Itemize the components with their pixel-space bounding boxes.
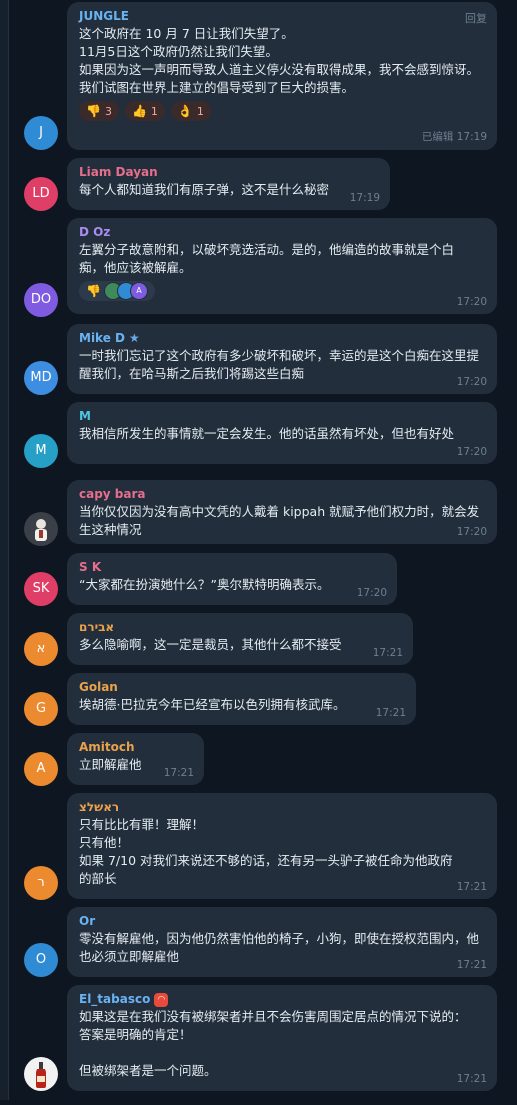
message-time: 17:21 bbox=[456, 959, 487, 971]
message-bubble[interactable]: JUNGLE 这个政府在 10 月 7 日让我们失望了。 11月5日这个政府仍然… bbox=[67, 2, 497, 150]
message-time: 17:21 bbox=[456, 881, 487, 893]
message-time: 17:21 bbox=[375, 707, 406, 719]
panel-divider bbox=[8, 0, 9, 1100]
sender-name[interactable]: M bbox=[79, 408, 483, 425]
message-time: 17:21 bbox=[456, 1073, 487, 1085]
message-time: 17:20 bbox=[456, 446, 487, 458]
avatar[interactable]: M bbox=[24, 434, 58, 468]
message-bubble[interactable]: Or 零没有解雇他，因为他仍然害怕他的椅子，小狗，即使在授权范围内，他也必须立即… bbox=[67, 907, 497, 977]
reaction-ok-hand[interactable]: 👌 1 bbox=[170, 101, 211, 121]
message-text: 这个政府在 10 月 7 日让我们失望了。 11月5日这个政府仍然让我们失望。 … bbox=[79, 26, 480, 95]
avatar[interactable]: א bbox=[24, 632, 58, 666]
message-text: 一时我们忘记了这个政府有多少破坏和破坏，幸运的是这个白痴在这里提醒我们，在哈马斯… bbox=[79, 348, 480, 381]
message-time: 17:19 bbox=[349, 192, 380, 204]
message-text: 零没有解雇他，因为他仍然害怕他的椅子，小狗，即使在授权范围内，他也必须立即解雇他 bbox=[79, 931, 480, 964]
reaction-thumbs-down[interactable]: 👎 3 bbox=[79, 101, 119, 121]
avatar[interactable]: A bbox=[24, 752, 58, 786]
message-bubble[interactable]: Golan 埃胡德·巴拉克今年已经宣布以色列拥有核武库。 17:21 bbox=[67, 673, 416, 725]
message-text: 多么隐喻啊，这一定是裁员，其他什么都不接受 bbox=[79, 637, 342, 652]
avatar[interactable]: MD bbox=[24, 361, 58, 395]
message-bubble[interactable]: Amitoch 立即解雇他 17:21 bbox=[67, 733, 204, 785]
message-time: 已编辑 17:19 bbox=[421, 131, 487, 143]
sender-name[interactable]: D Oz bbox=[79, 224, 483, 241]
sender-name[interactable]: S K bbox=[79, 559, 383, 576]
message-bubble[interactable]: אבירם 多么隐喻啊，这一定是裁员，其他什么都不接受 17:21 bbox=[67, 613, 413, 665]
reactions: 👎 3 👍 1 👌 1 bbox=[79, 101, 483, 121]
sender-name[interactable]: ראשלצ bbox=[79, 799, 483, 816]
message-text: 左翼分子故意附和，以破坏竞选活动。是的，他编造的故事就是个白痴，他应该被解雇。 bbox=[79, 242, 455, 275]
message-text: 当你仅仅因为没有高中文凭的人戴着 kippah 就赋予他们权力时，就会发生这种情… bbox=[79, 504, 480, 537]
message-text: 只有比比有罪！理解！ 只有他！ 如果 7/10 对我们来说还不够的话，还有另一头… bbox=[79, 817, 453, 886]
message-bubble[interactable]: D Oz 左翼分子故意附和，以破坏竞选活动。是的，他编造的故事就是个白痴，他应该… bbox=[67, 218, 497, 314]
avatar[interactable] bbox=[24, 1057, 58, 1091]
reactor-avatar: A bbox=[129, 282, 148, 300]
message-text: 埃胡德·巴拉克今年已经宣布以色列拥有核武库。 bbox=[79, 697, 346, 712]
avatar[interactable]: J bbox=[24, 116, 58, 150]
sender-name[interactable]: El_tabasco ◠ bbox=[79, 991, 483, 1008]
message-time: 17:20 bbox=[356, 587, 387, 599]
message-bubble[interactable]: Liam Dayan 每个人都知道我们有原子弹，这不是什么秘密 17:19 bbox=[67, 158, 390, 210]
reaction-thumbs-down[interactable]: 👎 A bbox=[79, 281, 155, 301]
avatar[interactable]: SK bbox=[24, 572, 58, 606]
reactor-avatars: A bbox=[103, 282, 148, 300]
sender-name[interactable]: Golan bbox=[79, 679, 402, 696]
sender-name[interactable]: Amitoch bbox=[79, 739, 190, 756]
sender-name[interactable]: Mike D ★ bbox=[79, 330, 483, 347]
message-bubble[interactable]: ראשלצ 只有比比有罪！理解！ 只有他！ 如果 7/10 对我们来说还不够的话… bbox=[67, 793, 497, 899]
message-time: 17:21 bbox=[372, 647, 403, 659]
message-bubble[interactable]: capy bara 当你仅仅因为没有高中文凭的人戴着 kippah 就赋予他们权… bbox=[67, 480, 497, 544]
avatar[interactable]: LD bbox=[24, 177, 58, 211]
avatar[interactable]: DO bbox=[24, 283, 58, 317]
message-time: 17:21 bbox=[163, 767, 194, 779]
star-icon: ★ bbox=[129, 331, 140, 345]
avatar[interactable]: O bbox=[24, 943, 58, 977]
message-time: 17:20 bbox=[456, 296, 487, 308]
avatar[interactable]: ר bbox=[24, 866, 58, 900]
sender-name[interactable]: אבירם bbox=[79, 619, 399, 636]
reaction-thumbs-up[interactable]: 👍 1 bbox=[124, 101, 165, 121]
message-bubble[interactable]: M 我相信所发生的事情就一定会发生。他的话虽然有坏处，但也有好处 17:20 bbox=[67, 402, 497, 464]
capybara-photo-icon bbox=[35, 519, 47, 541]
sender-name[interactable]: capy bara bbox=[79, 486, 483, 503]
message-text: 我相信所发生的事情就一定会发生。他的话虽然有坏处，但也有好处 bbox=[79, 426, 455, 441]
message-text: 每个人都知道我们有原子弹，这不是什么秘密 bbox=[79, 182, 330, 197]
message-time: 17:20 bbox=[456, 526, 487, 538]
sender-name[interactable]: Or bbox=[79, 913, 483, 930]
sender-name[interactable]: JUNGLE bbox=[79, 8, 483, 25]
status-emoji-icon: ◠ bbox=[154, 992, 169, 1007]
side-panel-edge bbox=[0, 0, 8, 1100]
message-text: “大家都在扮演她什么？”奥尔默特明确表示。 bbox=[79, 577, 330, 592]
sender-name[interactable]: Liam Dayan bbox=[79, 164, 376, 181]
message-bubble[interactable]: S K “大家都在扮演她什么？”奥尔默特明确表示。 17:20 bbox=[67, 553, 397, 605]
reply-button[interactable]: 回复 bbox=[465, 10, 487, 26]
message-bubble[interactable]: Mike D ★ 一时我们忘记了这个政府有多少破坏和破坏，幸运的是这个白痴在这里提… bbox=[67, 324, 497, 394]
chat-history[interactable]: JUNGLE 这个政府在 10 月 7 日让我们失望了。 11月5日这个政府仍然… bbox=[10, 0, 517, 1100]
message-time: 17:20 bbox=[456, 376, 487, 388]
message-text: 如果这是在我们没有被绑架者并且不会伤害周围定居点的情况下说的： 答案是明确的肯定… bbox=[79, 1009, 467, 1078]
reactions: 👎 A bbox=[79, 281, 483, 301]
hot-sauce-bottle-icon bbox=[36, 1062, 46, 1088]
avatar[interactable]: G bbox=[24, 692, 58, 726]
message-bubble[interactable]: El_tabasco ◠ 如果这是在我们没有被绑架者并且不会伤害周围定居点的情况下… bbox=[67, 985, 497, 1091]
avatar[interactable] bbox=[24, 512, 58, 546]
